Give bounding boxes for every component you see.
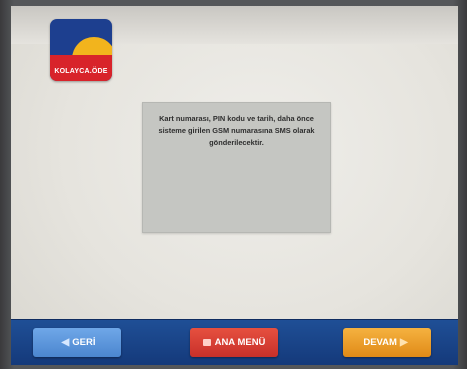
back-button[interactable]: ◀ GERİ	[33, 328, 121, 357]
chevron-left-icon: ◀	[61, 337, 70, 348]
next-button-label: DEVAM	[363, 337, 397, 348]
home-icon	[202, 339, 211, 346]
kiosk-screen: KOLAYCA.ÖDE Kart numarası, PIN kodu ve t…	[11, 6, 458, 365]
kolayca-ode-logo: KOLAYCA.ÖDE	[50, 19, 112, 81]
back-button-label: GERİ	[72, 337, 96, 348]
message-text: Kart numarası, PIN kodu ve tarih, daha ö…	[158, 114, 315, 147]
main-menu-button[interactable]: ANA MENÜ	[190, 328, 278, 357]
next-button[interactable]: DEVAM ▶	[343, 328, 431, 357]
bottom-navigation-bar: ◀ GERİ ANA MENÜ DEVAM ▶	[11, 319, 458, 365]
chevron-right-icon: ▶	[399, 337, 408, 348]
logo-text: KOLAYCA.ÖDE	[54, 68, 108, 75]
message-panel: Kart numarası, PIN kodu ve tarih, daha ö…	[142, 102, 331, 233]
main-menu-button-label: ANA MENÜ	[214, 337, 266, 348]
